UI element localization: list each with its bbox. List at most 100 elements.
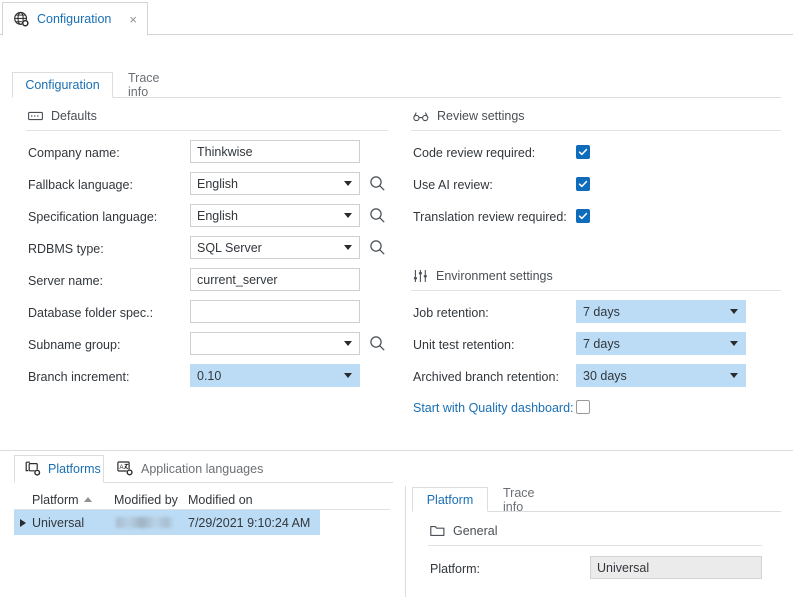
grid-column-header-modified-on[interactable]: Modified on — [188, 493, 253, 507]
section-divider-defaults — [26, 130, 388, 131]
dropdown-archived-branch-retention-value: 30 days — [583, 368, 627, 383]
chevron-down-icon[interactable] — [344, 213, 352, 218]
window-tab-label: Configuration — [37, 12, 112, 26]
checkbox-translation-review-required[interactable] — [576, 209, 590, 223]
chevron-down-icon[interactable] — [730, 341, 738, 346]
sliders-icon — [413, 269, 428, 283]
grid-column-header-modified-on-label: Modified on — [188, 492, 253, 507]
input-detail-platform-value: Universal — [597, 560, 650, 575]
grid-column-header-platform-label: Platform — [32, 492, 79, 507]
dropdown-unit-test-retention[interactable]: 7 days — [576, 332, 746, 355]
dropdown-archived-branch-retention[interactable]: 30 days — [576, 364, 746, 387]
section-title-defaults: Defaults — [51, 109, 97, 123]
form-input-icon — [28, 110, 43, 122]
platforms-grid: Platform Modified by Modified on Univers… — [14, 489, 394, 535]
folder-icon — [430, 525, 445, 537]
row-expander-icon[interactable] — [20, 518, 26, 527]
chevron-down-icon[interactable] — [730, 309, 738, 314]
platforms-gear-icon — [25, 461, 42, 477]
checkbox-use-ai-review[interactable] — [576, 177, 590, 191]
checkbox-start-with-quality-dashboard[interactable] — [576, 400, 590, 414]
cell-modified-on: 7/29/2021 9:10:24 AM — [188, 515, 311, 530]
section-header-review-settings: Review settings — [413, 109, 525, 123]
chevron-down-icon[interactable] — [344, 245, 352, 250]
dropdown-fallback-language-value: English — [197, 176, 238, 191]
dropdown-specification-language[interactable]: English — [190, 204, 360, 227]
tab-configuration[interactable]: Configuration — [12, 72, 113, 98]
label-server-name: Server name: — [28, 274, 104, 288]
chevron-down-icon[interactable] — [344, 341, 352, 346]
label-fallback-language: Fallback language: — [28, 178, 133, 192]
tab-detail-trace-info[interactable]: Trace info — [490, 486, 564, 514]
dropdown-branch-increment-value: 0.10 — [197, 368, 222, 383]
section-divider-review-settings — [411, 130, 781, 131]
check-icon — [578, 180, 588, 188]
dropdown-fallback-language[interactable]: English — [190, 172, 360, 195]
chevron-down-icon[interactable] — [344, 181, 352, 186]
input-server-name[interactable]: current_server — [190, 268, 360, 291]
section-header-defaults: Defaults — [28, 109, 388, 123]
section-header-environment-settings: Environment settings — [413, 269, 553, 283]
table-row[interactable]: Universal 7/29/2021 9:10:24 AM — [14, 510, 320, 535]
grid-column-header-platform[interactable]: Platform — [32, 493, 92, 507]
chevron-down-icon[interactable] — [730, 373, 738, 378]
input-server-name-value: current_server — [197, 272, 278, 287]
detail-tab-strip: Platform Trace info — [412, 486, 781, 514]
cell-modified-by — [116, 517, 174, 531]
tab-platforms-label: Platforms — [48, 462, 101, 476]
grid-column-header-modified-by-label: Modified by — [114, 492, 178, 507]
tab-detail-platform[interactable]: Platform — [412, 487, 488, 512]
tab-platforms[interactable]: Platforms — [14, 455, 104, 483]
sort-ascending-icon — [83, 497, 92, 502]
section-divider-environment-settings — [411, 290, 781, 291]
lookup-rdbms-type-icon[interactable] — [369, 239, 386, 259]
translate-gear-icon: A — [117, 461, 135, 477]
lookup-specification-language-icon[interactable] — [369, 207, 386, 227]
globe-gear-icon — [13, 11, 30, 28]
section-title-review-settings: Review settings — [437, 109, 525, 123]
bottom-tab-strip: Platforms A Application languages — [14, 455, 394, 483]
input-company-name[interactable]: Thinkwise — [190, 140, 360, 163]
section-header-general: General — [430, 524, 497, 538]
configuration-tabs: Configuration Trace info — [12, 71, 781, 99]
label-code-review-required: Code review required: — [413, 146, 536, 160]
check-icon — [578, 148, 588, 156]
label-specification-language: Specification language: — [28, 210, 158, 224]
svg-text:A: A — [119, 464, 124, 471]
label-use-ai-review: Use AI review: — [413, 178, 493, 192]
dropdown-branch-increment[interactable]: 0.10 — [190, 364, 360, 387]
input-detail-platform: Universal — [590, 556, 762, 579]
tab-application-languages[interactable]: A Application languages — [106, 455, 276, 483]
dropdown-job-retention[interactable]: 7 days — [576, 300, 746, 323]
label-company-name: Company name: — [28, 146, 120, 160]
checkbox-code-review-required[interactable] — [576, 145, 590, 159]
label-start-with-quality-dashboard[interactable]: Start with Quality dashboard: — [413, 401, 574, 415]
label-archived-branch-retention: Archived branch retention: — [413, 370, 559, 384]
vertical-splitter[interactable] — [405, 486, 406, 597]
grid-header-row: Platform Modified by Modified on — [14, 489, 394, 510]
label-database-folder-spec: Database folder spec.: — [28, 306, 154, 320]
grid-column-header-modified-by[interactable]: Modified by — [114, 493, 178, 507]
close-icon[interactable]: × — [125, 11, 141, 28]
dropdown-rdbms-type-value: SQL Server — [197, 240, 262, 255]
input-database-folder-spec[interactable] — [190, 300, 360, 323]
label-unit-test-retention: Unit test retention: — [413, 338, 515, 352]
chevron-down-icon[interactable] — [344, 373, 352, 378]
dropdown-rdbms-type[interactable]: SQL Server — [190, 236, 360, 259]
dropdown-specification-language-value: English — [197, 208, 238, 223]
horizontal-splitter[interactable] — [0, 450, 793, 451]
tab-trace-info[interactable]: Trace info — [115, 71, 193, 99]
window-tab-configuration[interactable]: Configuration × — [2, 2, 148, 36]
label-translation-review-required: Translation review required: — [413, 210, 567, 224]
tab-configuration-label: Configuration — [25, 78, 100, 92]
window-tab-strip: Configuration × — [0, 0, 793, 36]
tab-trace-info-label: Trace info — [128, 71, 160, 99]
label-subname-group: Subname group: — [28, 338, 121, 352]
dropdown-job-retention-value: 7 days — [583, 304, 620, 319]
dropdown-subname-group[interactable] — [190, 332, 360, 355]
lookup-subname-group-icon[interactable] — [369, 335, 386, 355]
tab-application-languages-label: Application languages — [141, 462, 264, 476]
label-detail-platform: Platform: — [430, 562, 481, 576]
label-rdbms-type: RDBMS type: — [28, 242, 104, 256]
lookup-fallback-language-icon[interactable] — [369, 175, 386, 195]
